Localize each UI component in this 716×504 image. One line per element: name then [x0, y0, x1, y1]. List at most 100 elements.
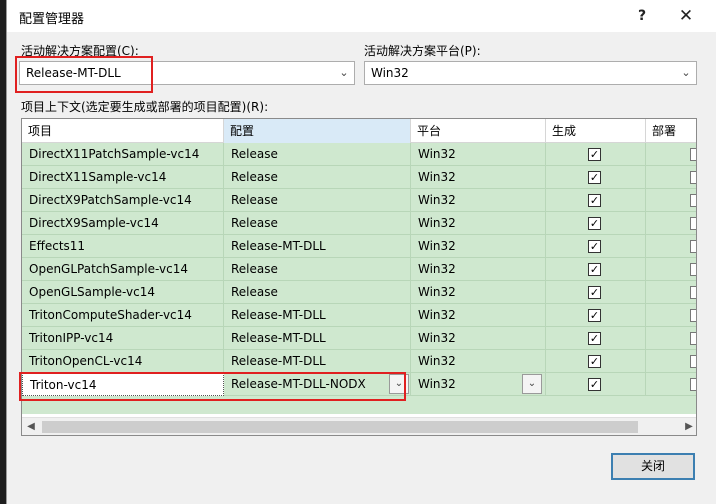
- deploy-checkbox[interactable]: [690, 378, 696, 391]
- cell-build: ✓: [546, 281, 646, 304]
- build-checkbox[interactable]: ✓: [588, 263, 601, 276]
- deploy-checkbox[interactable]: [690, 263, 696, 276]
- cell-platform[interactable]: Win32: [411, 258, 546, 281]
- config-value: Release: [231, 170, 278, 184]
- deploy-checkbox[interactable]: [690, 148, 696, 161]
- table-row[interactable]: TritonOpenCL-vc14 Release-MT-DLL Win32 ✓: [22, 350, 696, 373]
- table-row[interactable]: OpenGLPatchSample-vc14 Release Win32 ✓: [22, 258, 696, 281]
- cell-project[interactable]: DirectX11Sample-vc14: [22, 166, 224, 189]
- table-row[interactable]: DirectX11PatchSample-vc14 Release Win32 ✓: [22, 143, 696, 166]
- config-value: Release-MT-DLL: [231, 239, 326, 253]
- cell-platform[interactable]: Win32: [411, 235, 546, 258]
- config-value: Release: [231, 285, 278, 299]
- cell-config[interactable]: Release: [224, 258, 411, 281]
- cell-config[interactable]: Release: [224, 143, 411, 166]
- cell-build: ✓: [546, 166, 646, 189]
- config-dropdown-chevron-icon[interactable]: ⌄: [389, 374, 409, 394]
- table-row[interactable]: OpenGLSample-vc14 Release Win32 ✓: [22, 281, 696, 304]
- deploy-checkbox[interactable]: [690, 240, 696, 253]
- column-header-project[interactable]: 项目: [22, 119, 224, 143]
- platform-value: Win32: [418, 354, 456, 368]
- column-header-config[interactable]: 配置: [224, 119, 411, 143]
- cell-build: ✓: [546, 143, 646, 166]
- cell-project[interactable]: DirectX11PatchSample-vc14: [22, 143, 224, 166]
- build-checkbox[interactable]: ✓: [588, 148, 601, 161]
- cell-platform[interactable]: Win32: [411, 143, 546, 166]
- scrollbar-thumb[interactable]: [42, 421, 638, 433]
- build-checkbox[interactable]: ✓: [588, 194, 601, 207]
- build-checkbox[interactable]: ✓: [588, 378, 601, 391]
- table-row[interactable]: TritonComputeShader-vc14 Release-MT-DLL Wi…: [22, 304, 696, 327]
- cell-config[interactable]: Release-MT-DLL: [224, 327, 411, 350]
- cell-config[interactable]: Release-MT-DLL: [224, 304, 411, 327]
- cell-build: ✓: [546, 258, 646, 281]
- table-row[interactable]: DirectX11Sample-vc14 Release Win32 ✓: [22, 166, 696, 189]
- platform-dropdown-chevron-icon[interactable]: ⌄: [522, 374, 542, 394]
- cell-platform[interactable]: Win32: [411, 281, 546, 304]
- cell-project[interactable]: OpenGLPatchSample-vc14: [22, 258, 224, 281]
- solution-config-dropdown[interactable]: Release-MT-DLL ⌄: [19, 61, 355, 85]
- column-header-platform[interactable]: 平台: [411, 119, 546, 143]
- build-checkbox[interactable]: ✓: [588, 355, 601, 368]
- table-row[interactable]: Effects11 Release-MT-DLL Win32 ✓: [22, 235, 696, 258]
- close-button[interactable]: 关闭: [611, 453, 695, 480]
- build-checkbox[interactable]: ✓: [588, 171, 601, 184]
- build-checkbox[interactable]: ✓: [588, 309, 601, 322]
- cell-deploy: [646, 166, 696, 189]
- cell-project[interactable]: DirectX9PatchSample-vc14: [22, 189, 224, 212]
- scroll-left-icon[interactable]: ◀: [22, 418, 40, 435]
- cell-platform[interactable]: Win32: [411, 189, 546, 212]
- scroll-right-icon[interactable]: ▶: [680, 418, 696, 435]
- cell-project[interactable]: TritonOpenCL-vc14: [22, 350, 224, 373]
- cell-config[interactable]: Release-MT-DLL: [224, 235, 411, 258]
- table-row[interactable]: TritonIPP-vc14 Release-MT-DLL Win32 ✓: [22, 327, 696, 350]
- project-contexts-grid[interactable]: 项目 配置 平台 生成 部署 DirectX11PatchSample-vc14…: [21, 118, 697, 436]
- cell-project[interactable]: DirectX9Sample-vc14: [22, 212, 224, 235]
- cell-project[interactable]: Triton-vc14: [22, 373, 224, 396]
- close-icon[interactable]: ✕: [671, 4, 701, 28]
- cell-platform[interactable]: Win32: [411, 212, 546, 235]
- deploy-checkbox[interactable]: [690, 217, 696, 230]
- build-checkbox[interactable]: ✓: [588, 240, 601, 253]
- cell-config[interactable]: Release: [224, 212, 411, 235]
- cell-platform[interactable]: Win32: [411, 304, 546, 327]
- solution-platform-dropdown[interactable]: Win32 ⌄: [364, 61, 697, 85]
- cell-project[interactable]: TritonComputeShader-vc14: [22, 304, 224, 327]
- cell-project[interactable]: Effects11: [22, 235, 224, 258]
- build-checkbox[interactable]: ✓: [588, 217, 601, 230]
- cell-platform[interactable]: Win32: [411, 350, 546, 373]
- cell-build: ✓: [546, 327, 646, 350]
- cell-config[interactable]: Release-MT-DLL-NODX: [224, 373, 411, 396]
- cell-build: ✓: [546, 189, 646, 212]
- cell-config[interactable]: Release: [224, 166, 411, 189]
- deploy-checkbox[interactable]: [690, 332, 696, 345]
- table-row[interactable]: DirectX9Sample-vc14 Release Win32 ✓: [22, 212, 696, 235]
- cell-project[interactable]: OpenGLSample-vc14: [22, 281, 224, 304]
- horizontal-scrollbar[interactable]: ◀ ▶: [22, 417, 696, 435]
- cell-config[interactable]: Release-MT-DLL: [224, 350, 411, 373]
- table-row[interactable]: DirectX9PatchSample-vc14 Release Win32 ✓: [22, 189, 696, 212]
- cell-deploy: [646, 235, 696, 258]
- platform-value: Win32: [418, 216, 456, 230]
- platform-value: Win32: [418, 285, 456, 299]
- cell-platform[interactable]: Win32: [411, 166, 546, 189]
- column-header-build[interactable]: 生成: [546, 119, 646, 143]
- deploy-checkbox[interactable]: [690, 309, 696, 322]
- platform-value: Win32: [418, 262, 456, 276]
- dialog-title: 配置管理器: [19, 12, 85, 27]
- column-header-deploy[interactable]: 部署: [646, 119, 696, 143]
- deploy-checkbox[interactable]: [690, 286, 696, 299]
- help-icon[interactable]: ?: [627, 4, 657, 28]
- build-checkbox[interactable]: ✓: [588, 286, 601, 299]
- platform-value: Win32: [418, 170, 456, 184]
- build-checkbox[interactable]: ✓: [588, 332, 601, 345]
- deploy-checkbox[interactable]: [690, 171, 696, 184]
- table-row[interactable]: Triton-vc14 Release-MT-DLL-NODX Win32 ✓ ⌄ ⌄: [22, 373, 696, 396]
- cell-platform[interactable]: Win32: [411, 327, 546, 350]
- config-value: Release-MT-DLL: [231, 354, 326, 368]
- cell-config[interactable]: Release: [224, 281, 411, 304]
- cell-config[interactable]: Release: [224, 189, 411, 212]
- deploy-checkbox[interactable]: [690, 194, 696, 207]
- deploy-checkbox[interactable]: [690, 355, 696, 368]
- cell-project[interactable]: TritonIPP-vc14: [22, 327, 224, 350]
